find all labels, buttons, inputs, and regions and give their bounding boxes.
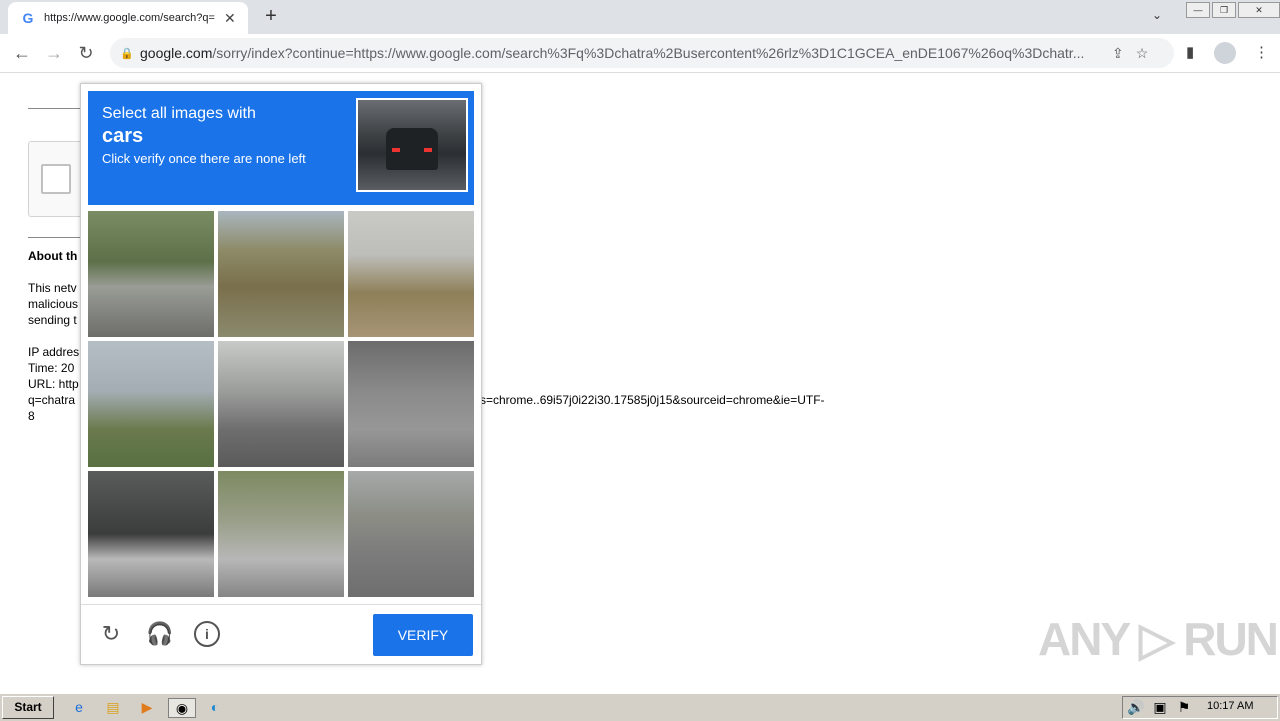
system-tray: 🔊 ▣ ⚑ 10:17 AM — [1122, 696, 1278, 719]
url-path: /sorry/index?continue=https://www.google… — [212, 45, 1085, 61]
close-tab-icon[interactable]: ✕ — [224, 10, 236, 27]
tab-search-chevron-icon[interactable]: ⌄ — [1152, 8, 1162, 22]
recaptcha-checkbox[interactable] — [41, 164, 71, 194]
divider — [28, 108, 88, 109]
challenge-banner: Select all images with cars Click verify… — [88, 91, 474, 205]
ie-icon[interactable]: e — [70, 698, 88, 716]
grid-tile-9[interactable] — [348, 471, 474, 597]
menu-kebab-icon[interactable]: ⋮ — [1254, 43, 1269, 61]
url-text[interactable]: google.com/sorry/index?continue=https://… — [140, 45, 1100, 61]
grid-tile-6[interactable] — [348, 341, 474, 467]
media-player-icon[interactable]: ▶ — [138, 698, 156, 716]
profile-avatar[interactable] — [1214, 42, 1236, 64]
challenge-footer: ↻ 🎧 i VERIFY — [81, 604, 481, 665]
side-panel-icon[interactable]: ▮ — [1186, 43, 1194, 61]
tab-strip: G https://www.google.com/search?q= ✕ + ⌄… — [0, 0, 1280, 34]
divider — [28, 237, 88, 238]
reload-icon[interactable]: ↻ — [98, 621, 124, 647]
back-arrow-icon[interactable]: ← — [10, 41, 34, 65]
grid-tile-4[interactable] — [88, 341, 214, 467]
recaptcha-challenge: Select all images with cars Click verify… — [80, 83, 482, 665]
taskbar: Start e ▤ ▶ ◉ ◐ 🔊 ▣ ⚑ 10:17 AM — [0, 693, 1280, 721]
address-bar[interactable]: 🔒 google.com/sorry/index?continue=https:… — [110, 38, 1174, 68]
network-icon[interactable]: ▣ — [1151, 698, 1169, 716]
grid-tile-3[interactable] — [348, 211, 474, 337]
query-line-tail: s=chrome..69i57j0i22i30.17585j0j15&sourc… — [480, 393, 825, 407]
flag-icon[interactable]: ⚑ — [1175, 698, 1193, 716]
verify-button[interactable]: VERIFY — [373, 614, 473, 656]
sample-image — [356, 98, 468, 192]
clock: 10:17 AM — [1207, 700, 1254, 712]
forward-arrow-icon[interactable]: → — [42, 41, 66, 65]
chrome-taskbar-icon[interactable]: ◉ — [168, 698, 196, 718]
grid-tile-7[interactable] — [88, 471, 214, 597]
grid-tile-1[interactable] — [88, 211, 214, 337]
grid-tile-5[interactable] — [218, 341, 344, 467]
url-host: google.com — [140, 45, 213, 61]
close-window-button[interactable]: ✕ — [1238, 2, 1280, 18]
new-tab-button[interactable]: + — [260, 5, 282, 27]
lock-icon[interactable]: 🔒 — [120, 47, 134, 60]
grid-tile-2[interactable] — [218, 211, 344, 337]
grid-tile-8[interactable] — [218, 471, 344, 597]
instruction-subtext: Click verify once there are none left — [102, 151, 306, 166]
restore-button[interactable]: ❐ — [1212, 2, 1236, 18]
start-button[interactable]: Start — [2, 696, 54, 719]
bookmark-star-icon[interactable]: ☆ — [1136, 45, 1149, 62]
browser-toolbar: ← → ↻ 🔒 google.com/sorry/index?continue=… — [0, 34, 1280, 73]
edge-icon[interactable]: ◐ — [206, 698, 224, 716]
anyrun-watermark: ANY ▷ RUN — [1038, 613, 1279, 665]
headphones-icon[interactable]: 🎧 — [146, 621, 173, 647]
browser-tab[interactable]: G https://www.google.com/search?q= ✕ — [8, 2, 248, 34]
minimize-button[interactable]: — — [1186, 2, 1210, 18]
google-favicon-icon: G — [22, 10, 34, 26]
instruction-text: Select all images with — [102, 105, 256, 122]
volume-icon[interactable]: 🔊 — [1127, 698, 1145, 716]
image-grid — [88, 211, 474, 597]
reload-page-icon[interactable]: ↻ — [74, 41, 98, 65]
window-controls: — ❐ ✕ — [1184, 2, 1280, 18]
target-object: cars — [102, 125, 144, 147]
share-icon[interactable]: ⇪ — [1112, 45, 1124, 62]
info-icon[interactable]: i — [194, 621, 220, 647]
folder-icon[interactable]: ▤ — [104, 698, 122, 716]
sample-car — [386, 128, 438, 170]
tab-title: https://www.google.com/search?q= — [44, 12, 215, 24]
